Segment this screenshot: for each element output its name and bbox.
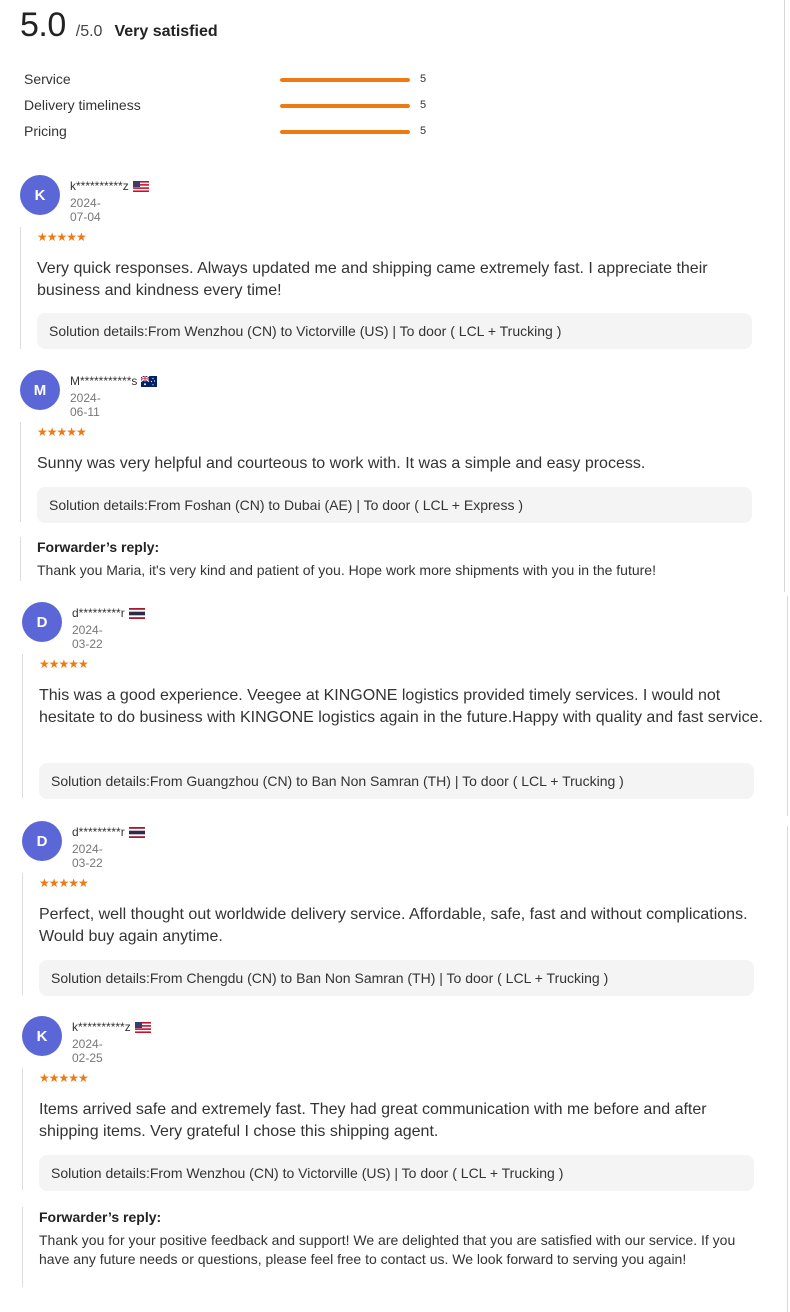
review-date: 2024-07-04 xyxy=(70,196,101,224)
review-date: 2024-02-25 xyxy=(72,1037,103,1065)
metric-bar-fill xyxy=(280,78,410,82)
solution-details: Solution details:From Chengdu (CN) to Ba… xyxy=(39,960,754,996)
th-flag-icon xyxy=(128,826,145,838)
metric-value: 5 xyxy=(420,73,427,85)
reviewer-name-text: d*********r xyxy=(72,825,125,839)
overall-score: 5.0 xyxy=(20,6,66,44)
metric-service: Service 5 xyxy=(24,71,444,91)
solution-details-text: Solution details:From Chengdu (CN) to Ba… xyxy=(51,970,609,986)
reviewer-name-text: k**********z xyxy=(72,1020,131,1034)
review-body: ★★★★★ Perfect, well thought out worldwid… xyxy=(22,873,767,996)
reply-text: Thank you Maria, it's very kind and pati… xyxy=(37,562,656,578)
solution-details: Solution details:From Wenzhou (CN) to Vi… xyxy=(37,313,752,349)
review-body: ★★★★★ This was a good experience. Veegee… xyxy=(22,654,767,799)
solution-details-text: Solution details:From Wenzhou (CN) to Vi… xyxy=(51,1165,564,1181)
reply-title: Forwarder’s reply: xyxy=(37,539,160,555)
reviewer-name-text: M***********s xyxy=(70,374,138,388)
rating-summary: 5.0 /5.0 Very satisfied xyxy=(20,6,218,45)
reviewer-name: d*********r xyxy=(72,825,145,839)
metric-bar-fill xyxy=(280,130,410,134)
scrollbar-divider xyxy=(787,826,788,1312)
reviewer-name-text: k**********z xyxy=(70,179,129,193)
star-rating: ★★★★★ xyxy=(37,425,87,439)
avatar: M xyxy=(20,370,60,410)
star-rating: ★★★★★ xyxy=(39,1071,89,1085)
review-text: Perfect, well thought out worldwide deli… xyxy=(39,906,748,945)
metric-value: 5 xyxy=(420,125,427,137)
metric-bar xyxy=(280,104,410,108)
reviewer-name: k**********z xyxy=(70,179,149,193)
reply-text: Thank you for your positive feedback and… xyxy=(39,1232,736,1267)
review-date: 2024-03-22 xyxy=(72,623,103,651)
reply-title: Forwarder’s reply: xyxy=(39,1209,162,1225)
solution-details-text: Solution details:From Foshan (CN) to Dub… xyxy=(49,497,523,513)
forwarder-reply: Forwarder’s reply: Thank you Maria, it's… xyxy=(20,537,765,581)
review-text: Very quick responses. Always updated me … xyxy=(37,260,708,299)
solution-details: Solution details:From Wenzhou (CN) to Vi… xyxy=(39,1155,754,1191)
metric-value: 5 xyxy=(420,99,427,111)
metric-pricing: Pricing 5 xyxy=(24,123,444,143)
star-rating: ★★★★★ xyxy=(39,876,89,890)
metric-bar xyxy=(280,78,410,82)
reviewer-name-text: d*********r xyxy=(72,606,125,620)
au-flag-icon xyxy=(141,375,158,387)
avatar: D xyxy=(22,821,62,861)
metric-bar xyxy=(280,130,410,134)
reviewer-name: d*********r xyxy=(72,606,145,620)
metric-label: Pricing xyxy=(24,123,67,139)
review-body: ★★★★★ Very quick responses. Always updat… xyxy=(20,227,765,349)
satisfaction-verdict: Very satisfied xyxy=(114,23,218,40)
review-text: Sunny was very helpful and courteous to … xyxy=(37,455,646,472)
metric-label: Delivery timeliness xyxy=(24,97,141,113)
forwarder-reply: Forwarder’s reply: Thank you for your po… xyxy=(22,1207,767,1287)
solution-details: Solution details:From Foshan (CN) to Dub… xyxy=(37,487,752,523)
metric-delivery-timeliness: Delivery timeliness 5 xyxy=(24,97,444,117)
reviewer-name: M***********s xyxy=(70,374,158,388)
metric-bar-fill xyxy=(280,104,410,108)
th-flag-icon xyxy=(128,607,145,619)
review-text: This was a good experience. Veegee at KI… xyxy=(39,687,763,726)
us-flag-icon xyxy=(132,180,149,192)
star-rating: ★★★★★ xyxy=(37,230,87,244)
review-body: ★★★★★ Sunny was very helpful and courteo… xyxy=(20,422,765,523)
avatar: K xyxy=(22,1016,62,1056)
solution-details-text: Solution details:From Guangzhou (CN) to … xyxy=(51,773,624,789)
review-date: 2024-06-11 xyxy=(70,391,101,419)
review-text: Items arrived safe and extremely fast. T… xyxy=(39,1101,707,1140)
star-rating: ★★★★★ xyxy=(39,657,89,671)
us-flag-icon xyxy=(134,1021,151,1033)
solution-details-text: Solution details:From Wenzhou (CN) to Vi… xyxy=(49,323,562,339)
score-max: /5.0 xyxy=(75,23,103,40)
avatar: K xyxy=(20,175,60,215)
review-body: ★★★★★ Items arrived safe and extremely f… xyxy=(22,1068,767,1191)
scrollbar-divider xyxy=(784,0,785,592)
solution-details: Solution details:From Guangzhou (CN) to … xyxy=(39,763,754,799)
review-date: 2024-03-22 xyxy=(72,842,103,870)
avatar: D xyxy=(22,602,62,642)
scrollbar-divider xyxy=(787,596,788,816)
metric-label: Service xyxy=(24,71,71,87)
reviewer-name: k**********z xyxy=(72,1020,151,1034)
